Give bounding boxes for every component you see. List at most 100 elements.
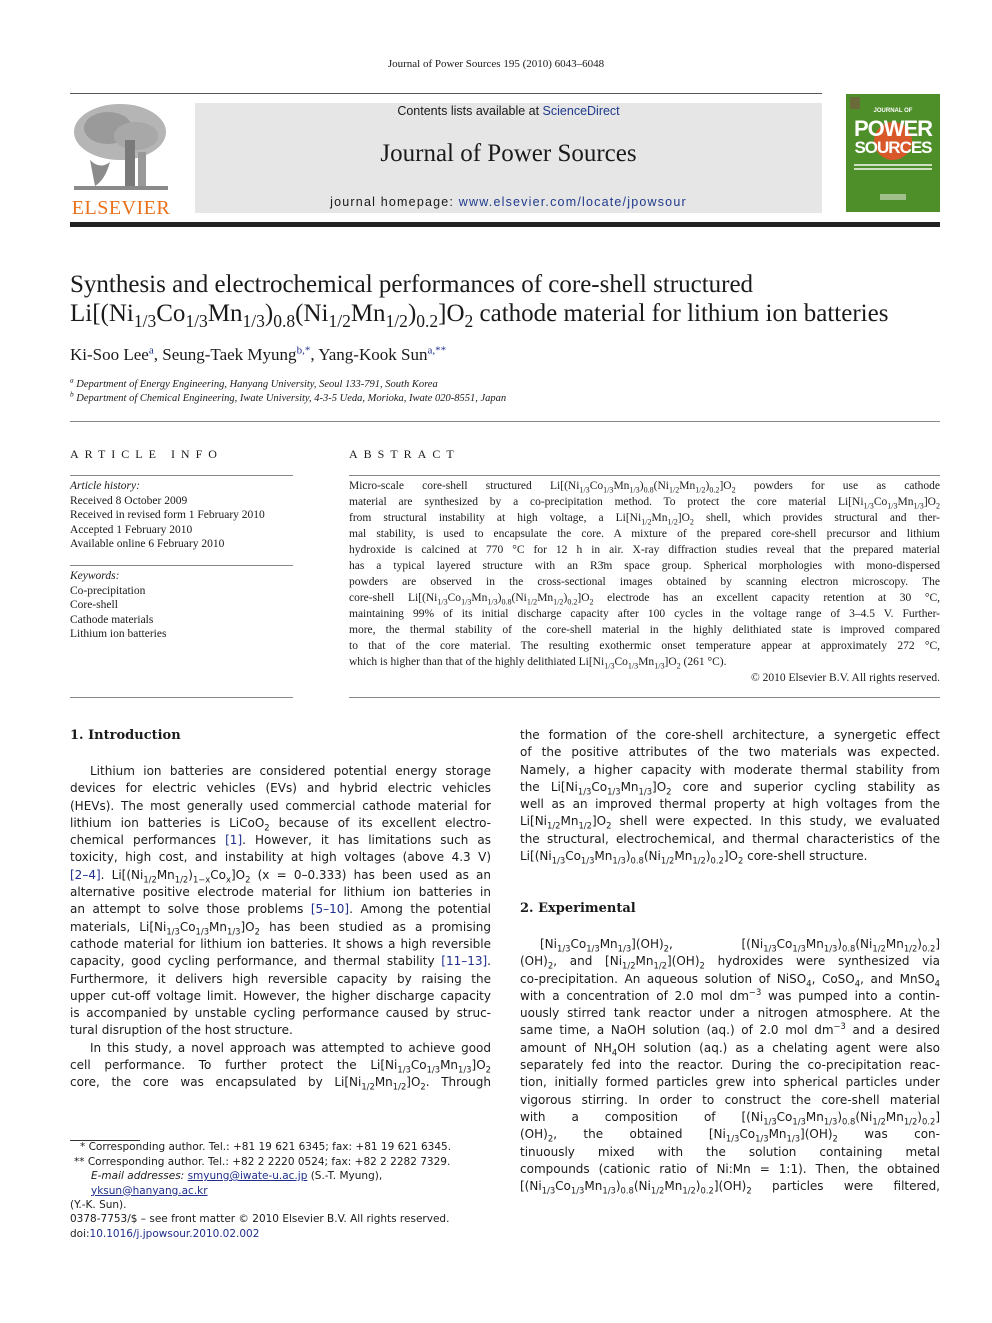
text-line: toxicity, high cost, and instability at … xyxy=(70,850,491,865)
contents-line: Contents lists available at ScienceDirec… xyxy=(195,104,822,118)
doi-link[interactable]: 10.1016/j.jpowsour.2010.02.002 xyxy=(90,1228,260,1240)
subscript: 1/2 xyxy=(903,1116,918,1127)
subscript: 1/3 xyxy=(579,485,590,495)
subscript: 4 xyxy=(934,977,940,988)
author-marks[interactable]: a xyxy=(149,344,154,356)
subscript: 4 xyxy=(611,1047,618,1058)
footnote-corresponding-1: * Corresponding author. Tel.: +81 19 621… xyxy=(80,1141,452,1153)
subscript: 1/3 xyxy=(612,855,626,866)
subscript: 2 xyxy=(663,943,670,954)
subscript: 2 xyxy=(606,820,612,831)
subscript: 0.2 xyxy=(709,485,720,495)
citation-link[interactable]: [5–10] xyxy=(311,902,349,916)
text-line: from structural instability at high volt… xyxy=(349,512,940,527)
text-line: Namely, a higher capacity with moderate … xyxy=(520,762,940,777)
citation-link[interactable]: [2–4] xyxy=(70,868,101,882)
keywords-label: Keywords: xyxy=(70,570,120,582)
subscript: 1/3 xyxy=(458,1064,472,1075)
subscript: 1/3 xyxy=(570,1185,585,1196)
citation-link[interactable]: [1] xyxy=(225,833,242,847)
subscript: 1/3 xyxy=(638,786,653,797)
affiliation-text: Department of Energy Engineering, Hanyan… xyxy=(76,379,438,390)
subscript: 1/2 xyxy=(692,855,706,866)
text-line: of the positive attributes of the two ma… xyxy=(520,745,940,760)
subscript: 2 xyxy=(746,1185,752,1196)
text-line: well as an improved thermal property at … xyxy=(520,797,940,812)
subscript: 2 xyxy=(699,960,705,971)
keyword[interactable]: Core-shell xyxy=(70,598,166,613)
author-name[interactable]: Seung-Taek Myung xyxy=(162,345,296,364)
text-line: co-precipitation. An aqueous solution of… xyxy=(520,971,940,988)
email-owner: (Y.-K. Sun). xyxy=(70,1199,127,1211)
subscript: 1/2 xyxy=(526,597,538,607)
text-line: core, the core was encapsulated by Li[Ni… xyxy=(70,1075,492,1092)
subscript: 4 xyxy=(854,977,861,988)
text-line: tural disruption of the host structure. xyxy=(70,1023,293,1038)
text-line: an attempt to solve those problems [5–10… xyxy=(70,902,492,917)
subscript: 1/3 xyxy=(227,926,241,937)
author-name[interactable]: Yang-Kook Sun xyxy=(318,345,427,364)
history-item: Accepted 1 February 2010 xyxy=(70,523,193,536)
subscript: 1/3 xyxy=(195,926,210,937)
masthead-divider xyxy=(70,222,940,227)
subscript: 4 xyxy=(806,977,812,988)
subscript: 1/3 xyxy=(133,311,157,331)
citation-link[interactable]: [11–13] xyxy=(441,954,487,968)
article-info-bottom-rule xyxy=(70,697,293,698)
cover-journal-label: JOURNAL OF xyxy=(873,108,913,114)
text-line: (HEVs). The most generally used commerci… xyxy=(70,798,491,813)
subscript: 1/3 xyxy=(823,1116,838,1127)
section-heading-introduction: 1. Introduction xyxy=(70,728,181,743)
abstract-bottom-rule xyxy=(349,697,940,698)
subscript: 1/3 xyxy=(792,943,806,954)
subscript: 0.2 xyxy=(921,1116,936,1127)
history-item: Available online 6 February 2010 xyxy=(70,538,225,550)
email-label: E-mail addresses: xyxy=(91,1170,185,1182)
issn-line: 0378-7753/$ – see front matter © 2010 El… xyxy=(70,1213,450,1225)
cover-subtitle-line xyxy=(854,168,932,170)
subscript: 2 xyxy=(737,855,744,866)
author-name[interactable]: Ki-Soo Lee xyxy=(70,345,149,364)
keyword[interactable]: Co-precipitation xyxy=(70,584,166,599)
subscript: 0.8 xyxy=(501,597,512,607)
homepage-link[interactable]: www.elsevier.com/locate/jpowsour xyxy=(459,195,687,209)
keyword[interactable]: Lithium ion batteries xyxy=(70,627,166,642)
subscript: 1/3 xyxy=(487,597,498,607)
subscript: 2 xyxy=(485,1064,491,1075)
subscript: 1/3 xyxy=(185,311,208,331)
text-line: (OH)2, the obtained [Ni1/3Co1/3Mn1/3](OH… xyxy=(520,1127,940,1144)
subscript: 1/2 xyxy=(668,485,680,495)
sciencedirect-link[interactable]: ScienceDirect xyxy=(543,104,620,118)
text-line: material are synthesized by a co-precipi… xyxy=(349,496,940,511)
subscript: 1/3 xyxy=(586,943,600,954)
subscript: 1/3 xyxy=(397,1064,411,1075)
elsevier-logo[interactable]: ELSEVIER xyxy=(70,100,172,219)
cover-word-sources: SOURCES xyxy=(854,138,932,157)
subscript: 1/2 xyxy=(361,1081,375,1092)
text-line: is accompanied by unstable cycling perfo… xyxy=(70,1006,491,1021)
experimental-lines: [Ni1/3Co1/3Mn1/3](OH)2, [(Ni1/3Co1/3Mn1/… xyxy=(520,936,940,1195)
subscript: 2 xyxy=(666,786,672,797)
journal-cover-thumbnail[interactable]: JOURNAL OF POWER SOURCES xyxy=(846,94,940,212)
superscript: −3 xyxy=(748,986,762,997)
title-line: Synthesis and electrochemical performanc… xyxy=(70,271,754,298)
subscript: 1/3 xyxy=(863,501,874,511)
email-link-sun[interactable]: yksun@hanyang.ac.kr xyxy=(91,1185,208,1197)
subscript: 0.8 xyxy=(842,943,856,954)
email-link-myung[interactable]: smyung@iwate-u.ac.jp xyxy=(188,1170,308,1182)
subscript: 1/2 xyxy=(903,943,918,954)
journal-homepage: journal homepage: www.elsevier.com/locat… xyxy=(195,195,822,209)
author-marks[interactable]: a,** xyxy=(427,344,446,356)
text-line: upper cut-off voltage limit. However, th… xyxy=(70,988,491,1003)
journal-title: Journal of Power Sources xyxy=(380,140,637,167)
text-line: separately fed into the reactor. During … xyxy=(520,1058,940,1073)
introduction-continued: the formation of the core-shell architec… xyxy=(520,727,940,865)
subscript: 0.2 xyxy=(567,597,578,607)
affiliation-mark: a xyxy=(70,375,74,385)
homepage-label: journal homepage: xyxy=(330,195,459,209)
keyword[interactable]: Cathode materials xyxy=(70,613,166,628)
text-line: lithium ion batteries is LiCoO2 because … xyxy=(70,815,491,833)
text-line: cell performance. To further protect the… xyxy=(70,1058,491,1075)
author-marks[interactable]: b,* xyxy=(297,344,311,356)
article-title: Synthesis and electrochemical performanc… xyxy=(70,270,950,331)
